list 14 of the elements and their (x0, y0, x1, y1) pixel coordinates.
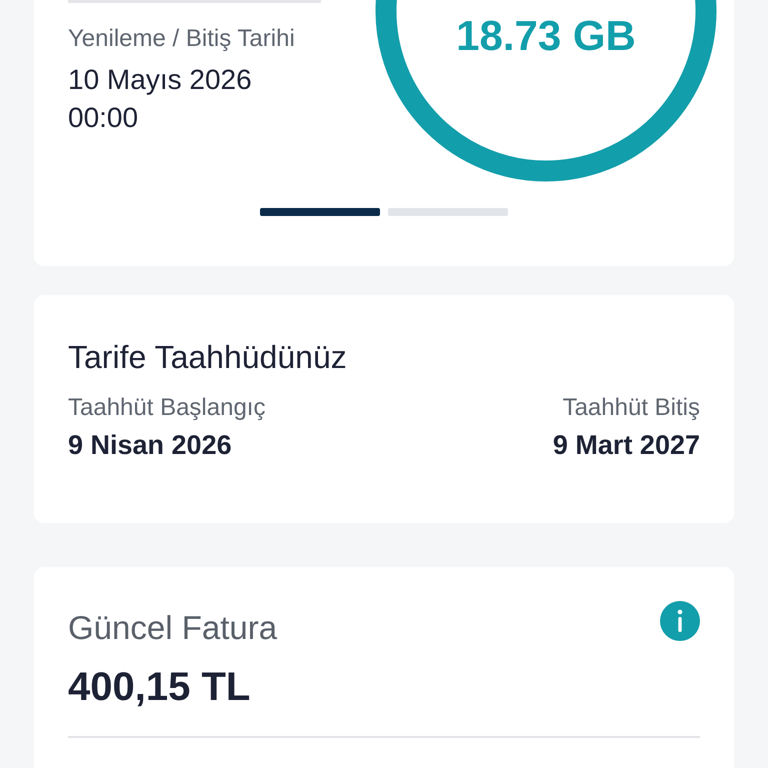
bill-title: Güncel Fatura (68, 609, 278, 647)
page-indicator[interactable] (260, 208, 380, 216)
remaining-data: 18.73 GB (455, 12, 637, 60)
end-date: 9 Mart 2027 (552, 430, 700, 461)
end-label: Taahhüt Bitiş (562, 394, 700, 422)
renewal-time: 00:00 (68, 101, 140, 135)
info-icon[interactable] (660, 601, 700, 641)
bill-amount: 400,15 TL (68, 665, 252, 710)
start-date: 9 Nisan 2026 (68, 430, 233, 461)
renewal-label: Yenileme / Bitiş Tarihi (68, 25, 296, 53)
renewal-date: 10 Mayıs 2026 (68, 63, 253, 97)
commitment-title: Tarife Taahhüdünüz (68, 339, 348, 376)
start-label: Taahhüt Başlangıç (68, 394, 266, 422)
page-indicator[interactable] (388, 208, 508, 216)
